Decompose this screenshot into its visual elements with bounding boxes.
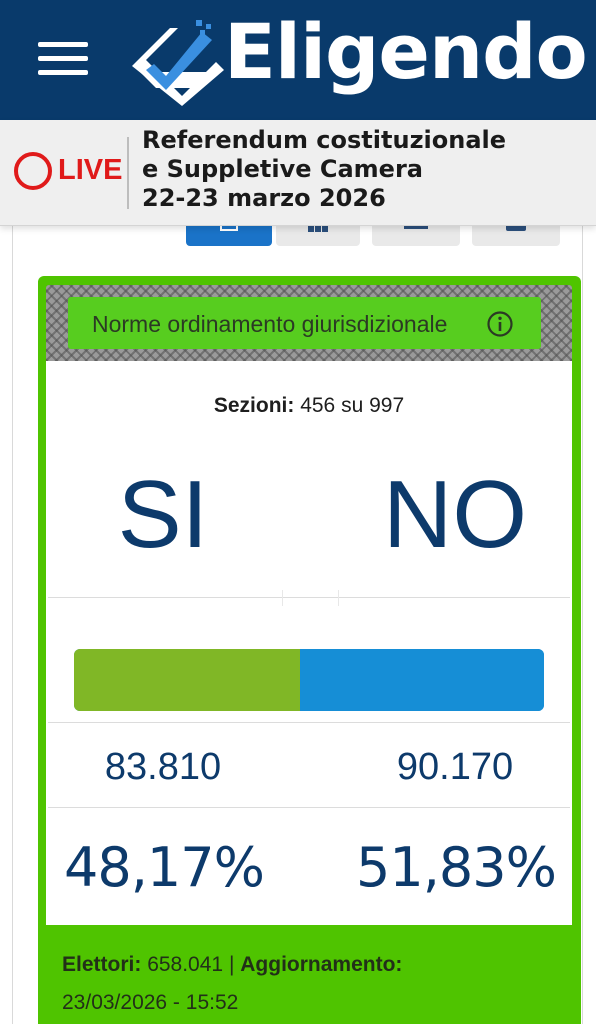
ballot-check-logo-icon[interactable] bbox=[126, 14, 226, 106]
aggiornamento-label: Aggiornamento: bbox=[240, 953, 403, 976]
divider bbox=[48, 722, 570, 723]
menu-line bbox=[38, 42, 88, 47]
event-date: 22-23 marzo 2026 bbox=[142, 184, 386, 212]
votes-no: 90.170 bbox=[396, 746, 514, 788]
event-title-line: Referendum costituzionale bbox=[142, 126, 507, 154]
choice-no-label: NO bbox=[383, 461, 527, 568]
result-bar-si bbox=[74, 649, 300, 711]
menu-line bbox=[38, 56, 88, 61]
page-border bbox=[582, 226, 583, 1024]
info-icon[interactable] bbox=[486, 310, 514, 338]
hamburger-menu-icon[interactable] bbox=[38, 40, 88, 76]
column-divider bbox=[338, 590, 339, 606]
menu-line bbox=[38, 70, 88, 75]
live-indicator-icon bbox=[14, 152, 52, 190]
app-title[interactable]: Eligendo bbox=[224, 6, 588, 97]
event-title-line: e Suppletive Camera bbox=[142, 155, 423, 183]
page-border bbox=[12, 226, 13, 1024]
elettori-label: Elettori: bbox=[62, 953, 142, 976]
elettori-value: 658.041 bbox=[147, 953, 224, 976]
votes-si: 83.810 bbox=[104, 746, 222, 788]
percentage-no: 51,83% bbox=[356, 836, 557, 899]
choice-si-label: SI bbox=[117, 461, 209, 568]
divider bbox=[48, 597, 570, 598]
live-divider bbox=[127, 137, 129, 209]
sezioni-value: 456 su 997 bbox=[300, 394, 405, 417]
sezioni-count: Sezioni: 456 su 997 bbox=[46, 394, 572, 418]
divider bbox=[48, 807, 570, 808]
result-bar bbox=[74, 649, 544, 711]
column-divider bbox=[282, 590, 283, 606]
card-footer-info: Elettori: 658.041 | Aggiornamento: 23/03… bbox=[62, 946, 532, 1022]
live-label: LIVE bbox=[58, 154, 123, 186]
percentage-si: 48,17% bbox=[64, 836, 265, 899]
aggiornamento-value: 23/03/2026 - 15:52 bbox=[62, 991, 239, 1014]
sezioni-label: Sezioni: bbox=[213, 394, 295, 417]
referendum-topic: Norme ordinamento giurisdizionale bbox=[92, 311, 448, 337]
result-bar-no bbox=[300, 649, 544, 711]
separator: | bbox=[228, 953, 235, 976]
event-title[interactable]: Referendum costituzionale e Suppletive C… bbox=[142, 126, 506, 213]
